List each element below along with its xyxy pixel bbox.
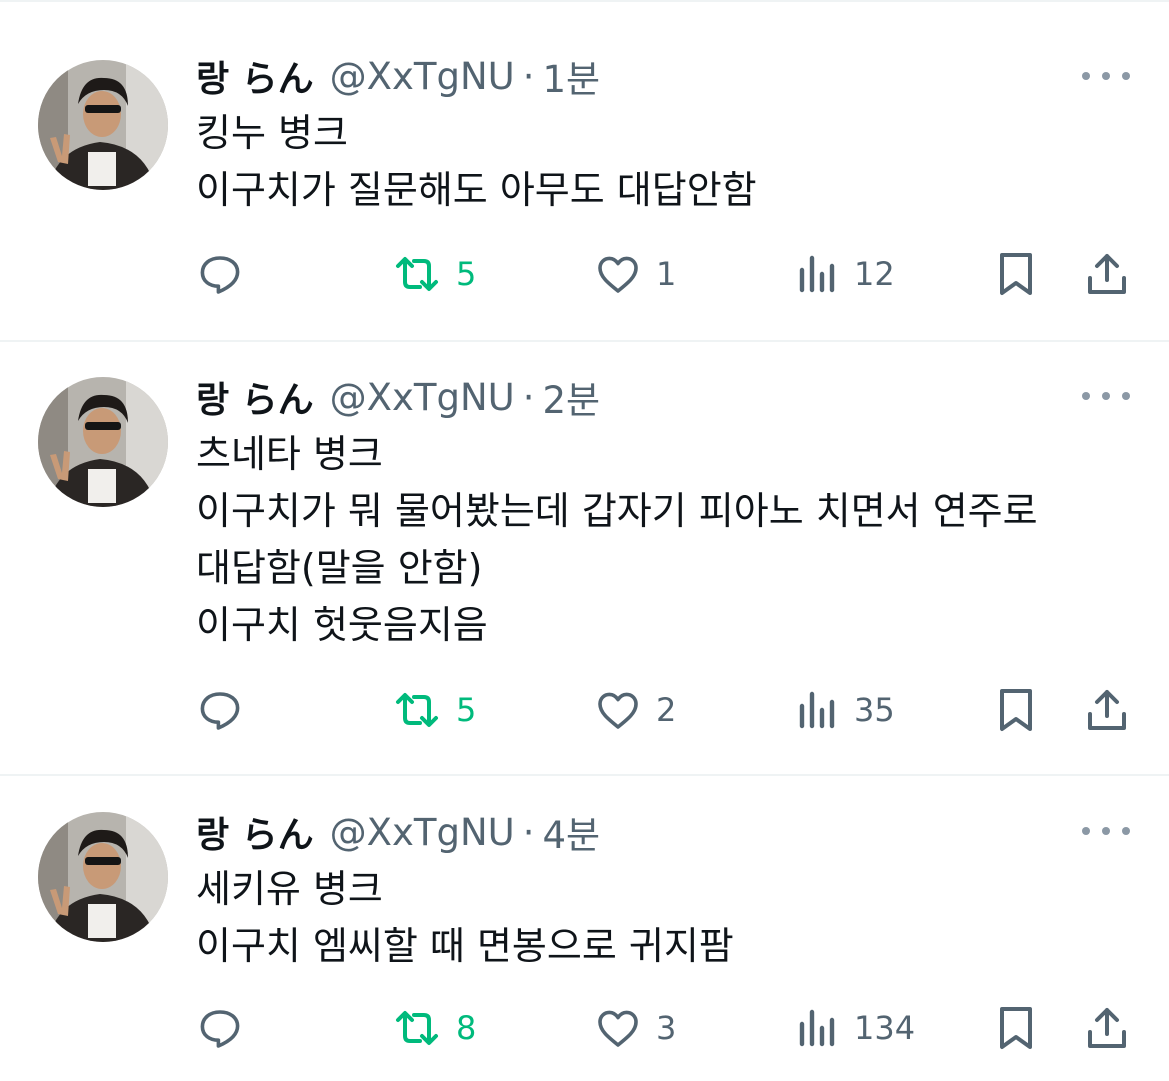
more-icon[interactable] (1082, 821, 1130, 841)
bookmark-button[interactable] (994, 682, 1038, 738)
action-bar: 8 3 134 (0, 1000, 1169, 1056)
tweet-text: 킹누 병크 이구치가 질문해도 아무도 대답안함 (196, 105, 1146, 219)
display-name[interactable]: 랑 らん (196, 371, 314, 423)
retweet-button[interactable]: 5 (392, 682, 476, 738)
views-icon (796, 250, 840, 298)
views-button[interactable]: 134 (796, 1000, 915, 1056)
tweet-header: 랑 らん @XxTgNU · 2분 (196, 370, 601, 424)
like-button[interactable]: 1 (594, 246, 676, 302)
avatar[interactable] (38, 812, 168, 942)
action-bar: 5 2 35 (0, 682, 1169, 738)
separator-dot: · (522, 375, 535, 419)
bookmark-icon (994, 1003, 1038, 1053)
separator-dot: · (522, 810, 535, 854)
reply-icon (196, 686, 244, 734)
share-icon (1084, 1004, 1130, 1052)
reply-button[interactable] (196, 1000, 244, 1056)
timestamp[interactable]: 2분 (543, 370, 601, 424)
retweet-icon (392, 1004, 442, 1052)
heart-icon (594, 250, 642, 298)
retweet-count: 8 (456, 1009, 477, 1047)
views-count: 134 (854, 1009, 916, 1047)
share-icon (1084, 250, 1130, 298)
tweet-text: 츠네타 병크 이구치가 뭐 물어봤는데 갑자기 피아노 치면서 연주로 대답함(… (196, 426, 1146, 654)
retweet-count: 5 (456, 255, 477, 293)
display-name[interactable]: 랑 らん (196, 50, 314, 102)
tweet-text-line: 이구치 헛웃음지음 (196, 603, 488, 647)
user-handle[interactable]: @XxTgNU (330, 376, 515, 419)
heart-icon (594, 1004, 642, 1052)
like-button[interactable]: 3 (594, 1000, 676, 1056)
share-button[interactable] (1084, 682, 1130, 738)
reply-button[interactable] (196, 246, 244, 302)
avatar[interactable] (38, 377, 168, 507)
share-button[interactable] (1084, 1000, 1130, 1056)
bookmark-button[interactable] (994, 246, 1038, 302)
retweet-icon (392, 686, 442, 734)
retweet-button[interactable]: 5 (392, 246, 476, 302)
action-bar: 5 1 12 (0, 246, 1169, 302)
like-count: 3 (656, 1009, 677, 1047)
more-icon[interactable] (1082, 386, 1130, 406)
share-button[interactable] (1084, 246, 1130, 302)
avatar[interactable] (38, 60, 168, 190)
more-icon[interactable] (1082, 66, 1130, 86)
tweet-text-line: 이구치가 질문해도 아무도 대답안함 (196, 168, 757, 212)
tweet-text-line: 세키유 병크 (196, 867, 383, 911)
views-icon (796, 1004, 840, 1052)
reply-button[interactable] (196, 682, 244, 738)
timestamp[interactable]: 1분 (543, 49, 601, 103)
like-count: 1 (656, 255, 677, 293)
views-count: 35 (854, 691, 895, 729)
tweet-2[interactable]: 랑 らん @XxTgNU · 2분 츠네타 병크 이구치가 뭐 물어봤는데 갑자… (0, 342, 1169, 776)
bookmark-icon (994, 249, 1038, 299)
views-count: 12 (854, 255, 895, 293)
tweet-text-line: 대답함(말을 안함) (196, 546, 483, 590)
display-name[interactable]: 랑 らん (196, 806, 314, 858)
like-button[interactable]: 2 (594, 682, 676, 738)
reply-icon (196, 1004, 244, 1052)
tweet-header: 랑 らん @XxTgNU · 1분 (196, 49, 601, 103)
tweet-text-line: 킹누 병크 (196, 111, 348, 155)
separator-dot: · (522, 54, 535, 98)
tweet-header: 랑 らん @XxTgNU · 4분 (196, 805, 601, 859)
tweet-1[interactable]: 랑 らん @XxTgNU · 1분 킹누 병크 이구치가 질문해도 아무도 대답… (0, 2, 1169, 342)
tweet-text-line: 이구치 엠씨할 때 면봉으로 귀지팜 (196, 924, 734, 968)
like-count: 2 (656, 691, 677, 729)
tweet-text-line: 이구치가 뭐 물어봤는데 갑자기 피아노 치면서 연주로 (196, 489, 1038, 533)
tweet-3[interactable]: 랑 らん @XxTgNU · 4분 세키유 병크 이구치 엠씨할 때 면봉으로 … (0, 776, 1169, 1081)
share-icon (1084, 686, 1130, 734)
timestamp[interactable]: 4분 (543, 805, 601, 859)
views-button[interactable]: 12 (796, 246, 895, 302)
retweet-icon (392, 250, 442, 298)
retweet-count: 5 (456, 691, 477, 729)
views-button[interactable]: 35 (796, 682, 895, 738)
tweet-text-line: 츠네타 병크 (196, 432, 383, 476)
views-icon (796, 686, 840, 734)
heart-icon (594, 686, 642, 734)
retweet-button[interactable]: 8 (392, 1000, 476, 1056)
reply-icon (196, 250, 244, 298)
bookmark-icon (994, 685, 1038, 735)
user-handle[interactable]: @XxTgNU (330, 811, 515, 854)
user-handle[interactable]: @XxTgNU (330, 55, 515, 98)
tweet-text: 세키유 병크 이구치 엠씨할 때 면봉으로 귀지팜 (196, 861, 1146, 975)
bookmark-button[interactable] (994, 1000, 1038, 1056)
